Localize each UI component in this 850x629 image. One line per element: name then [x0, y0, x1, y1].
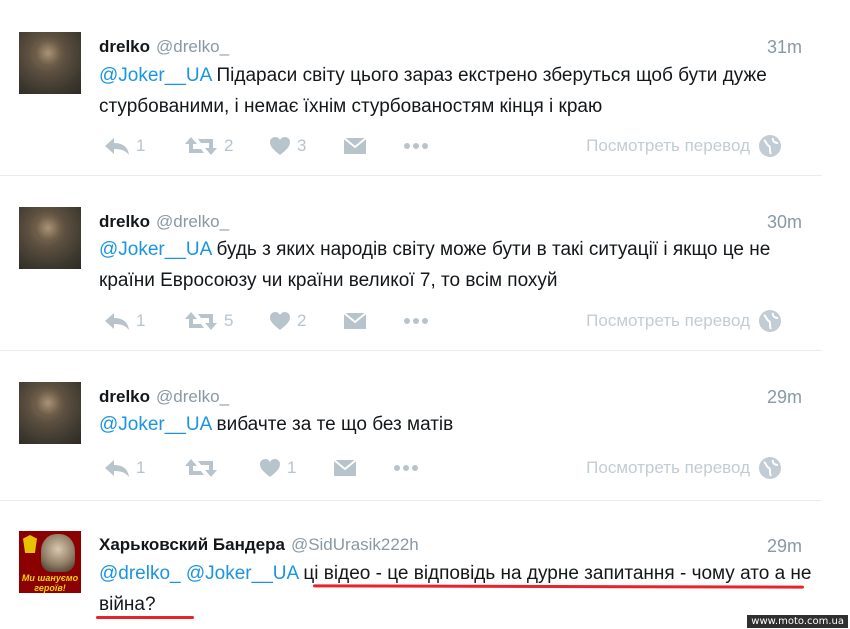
avatar-caption: Ми шануємо героїв!	[21, 573, 79, 593]
more-dots-icon	[394, 465, 418, 471]
author-handle[interactable]: @drelko_	[156, 37, 229, 56]
watermark: www.moto.com.ua	[747, 615, 848, 628]
tweet-2[interactable]: drelko @drelko_ 30m @Joker__UA будь з яки…	[0, 176, 822, 350]
message-button[interactable]	[343, 308, 367, 334]
tweet-actions: 1 2 3 Посмотреть перевод	[99, 133, 804, 159]
retweet-button[interactable]	[184, 455, 224, 481]
timestamp[interactable]: 29m	[767, 536, 802, 557]
reply-count: 1	[136, 458, 146, 477]
envelope-icon	[343, 137, 367, 154]
author-name[interactable]: drelko	[99, 387, 150, 406]
reply-icon	[105, 460, 129, 477]
tweet-1[interactable]: drelko @drelko_ 31m @Joker__UA Підараси с…	[0, 0, 822, 175]
author-handle[interactable]: @drelko_	[156, 387, 229, 406]
tweet-body: вибачте за те що без матів	[211, 414, 454, 435]
tweet-text: @Joker__UA Підараси світу цього зараз ек…	[99, 60, 819, 122]
more-dots-icon	[404, 318, 428, 324]
portrait-image	[41, 534, 75, 572]
retweet-count: 2	[224, 136, 234, 155]
retweet-icon	[185, 459, 217, 477]
tweet-text: @Joker__UA будь з яких народів світу мож…	[99, 234, 819, 296]
author-name[interactable]: drelko	[99, 37, 150, 56]
retweet-button[interactable]: 5	[184, 308, 233, 334]
like-button[interactable]: 3	[269, 133, 306, 159]
translate-link[interactable]: Посмотреть перевод	[586, 455, 782, 481]
like-count: 3	[297, 136, 307, 155]
page-margin	[822, 0, 850, 629]
author-line[interactable]: drelko @drelko_	[99, 387, 229, 407]
reply-icon	[105, 313, 129, 330]
message-button[interactable]	[333, 455, 357, 481]
avatar[interactable]	[19, 382, 81, 444]
retweet-button[interactable]: 2	[184, 133, 233, 159]
author-line[interactable]: drelko @drelko_	[99, 212, 229, 232]
tweet-feed: drelko @drelko_ 31m @Joker__UA Підараси с…	[0, 0, 822, 629]
mention-link[interactable]: @Joker__UA	[99, 239, 211, 260]
globe-icon	[759, 310, 781, 332]
more-button[interactable]	[403, 133, 429, 159]
heart-icon	[260, 459, 280, 477]
envelope-icon	[343, 312, 367, 329]
like-count: 1	[287, 458, 297, 477]
avatar[interactable]	[19, 207, 81, 269]
tweet-4[interactable]: Ми шануємо героїв! Харьковский Бандера @S…	[0, 501, 822, 629]
like-count: 2	[297, 311, 307, 330]
timestamp[interactable]: 29m	[767, 387, 802, 408]
tweet-text: @Joker__UA вибачте за те що без матів	[99, 409, 819, 440]
more-button[interactable]	[393, 455, 419, 481]
like-button[interactable]: 2	[269, 308, 306, 334]
tweet-actions: 1 5 2 Посмотреть перевод	[99, 308, 804, 334]
retweet-count: 5	[224, 311, 234, 330]
author-line[interactable]: drelko @drelko_	[99, 37, 229, 57]
reply-count: 1	[136, 136, 146, 155]
globe-icon	[759, 135, 781, 157]
avatar[interactable]	[19, 32, 81, 94]
more-button[interactable]	[403, 308, 429, 334]
retweet-icon	[185, 137, 217, 155]
mention-link[interactable]: @drelko_ @Joker__UA	[99, 563, 298, 584]
translate-label[interactable]: Посмотреть перевод	[586, 311, 750, 331]
red-underline-annotation	[96, 616, 194, 619]
like-button[interactable]: 1	[259, 455, 296, 481]
reply-button[interactable]: 1	[104, 133, 145, 159]
author-line[interactable]: Харьковский Бандера @SidUrasik222h	[99, 535, 419, 555]
translate-link[interactable]: Посмотреть перевод	[586, 133, 782, 159]
translate-label[interactable]: Посмотреть перевод	[586, 136, 750, 156]
translate-link[interactable]: Посмотреть перевод	[586, 308, 782, 334]
mention-link[interactable]: @Joker__UA	[99, 414, 211, 435]
reply-icon	[105, 138, 129, 155]
avatar[interactable]: Ми шануємо героїв!	[19, 531, 81, 593]
author-handle[interactable]: @drelko_	[156, 212, 229, 231]
reply-count: 1	[136, 311, 146, 330]
retweet-icon	[185, 312, 217, 330]
trident-emblem-icon	[23, 535, 37, 553]
message-button[interactable]	[343, 133, 367, 159]
author-name[interactable]: drelko	[99, 212, 150, 231]
author-name[interactable]: Харьковский Бандера	[99, 535, 285, 554]
translate-label[interactable]: Посмотреть перевод	[586, 458, 750, 478]
reply-button[interactable]: 1	[104, 308, 145, 334]
timestamp[interactable]: 31m	[767, 37, 802, 58]
timestamp[interactable]: 30m	[767, 212, 802, 233]
heart-icon	[270, 137, 290, 155]
more-dots-icon	[404, 143, 428, 149]
mention-link[interactable]: @Joker__UA	[99, 65, 211, 86]
globe-icon	[759, 457, 781, 479]
tweet-3[interactable]: drelko @drelko_ 29m @Joker__UA вибачте за…	[0, 351, 822, 500]
author-handle[interactable]: @SidUrasik222h	[291, 535, 419, 554]
reply-button[interactable]: 1	[104, 455, 145, 481]
tweet-text: @drelko_ @Joker__UA ці відео - це відпов…	[99, 558, 819, 620]
envelope-icon	[333, 459, 357, 476]
tweet-actions: 1 1 Посмотреть перевод	[99, 455, 804, 481]
heart-icon	[270, 312, 290, 330]
